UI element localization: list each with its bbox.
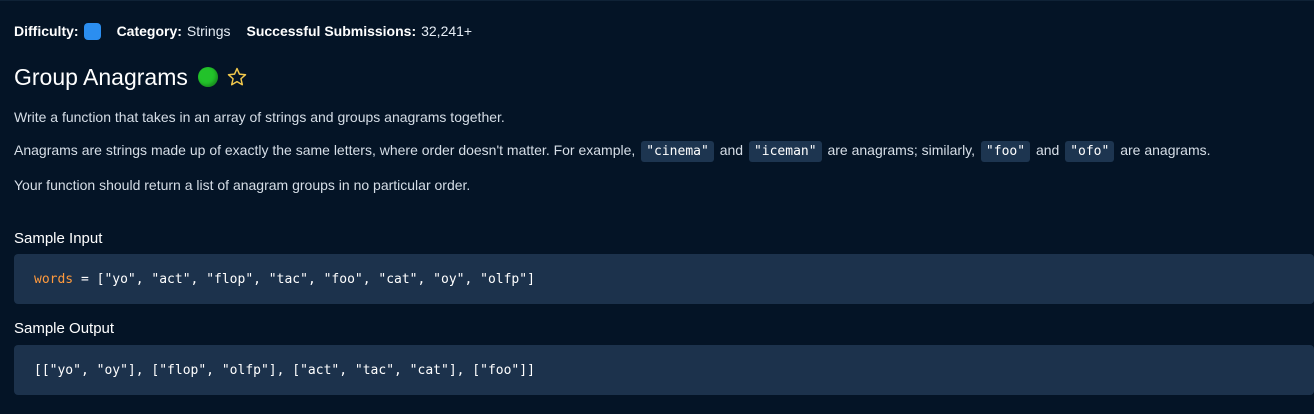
completed-dot-icon [197,67,218,87]
sample-input-code-block: words = ["yo", "act", "flop", "tac", "fo… [14,254,1314,304]
description-paragraph-3: Your function should return a list of an… [14,177,471,193]
difficulty-label: Difficulty: [14,23,79,39]
sample-output-code-block: [["yo", "oy"], ["flop", "olfp"], ["act",… [14,345,1314,395]
text-segment: Anagrams are strings made up of exactly … [14,142,636,158]
category-value: Strings [186,23,231,39]
text-segment: and [719,142,744,158]
code-variable-name: words [34,271,74,287]
category-label: Category: [116,23,182,39]
problem-page: Difficulty: Category: Strings Successful… [0,0,1314,414]
inline-code-cinema: "cinema" [641,141,714,162]
submissions-value: 32,241+ [421,23,473,39]
category-group: Category: Strings [117,23,231,39]
text-segment: are anagrams. [1120,142,1211,158]
inline-code-ofo: "ofo" [1065,141,1115,162]
inline-code-foo: "foo" [980,141,1031,162]
submissions-label: Successful Submissions: [246,23,417,39]
description-paragraph-1: Write a function that takes in an array … [14,109,505,125]
sample-input-title: Sample Input [14,230,103,247]
sample-output-title: Sample Output [14,320,115,337]
text-segment: and [1035,142,1060,158]
code-value: = ["yo", "act", "flop", "tac", "foo", "c… [73,271,535,287]
code-value: [["yo", "oy"], ["flop", "olfp"], ["act",… [34,362,535,378]
page-title: Group Anagrams [14,63,188,90]
submissions-group: Successful Submissions: 32,241+ [247,23,473,39]
text-segment: are anagrams; similarly, [827,142,976,158]
difficulty-badge-icon [83,22,101,40]
title-row: Group Anagrams [14,61,248,93]
inline-code-iceman: "iceman" [748,141,822,162]
description-paragraph-2: Anagrams are strings made up of exactly … [14,141,1211,162]
star-outline-icon[interactable] [226,66,248,88]
difficulty-group: Difficulty: [14,22,101,40]
problem-meta-bar: Difficulty: Category: Strings Successful… [14,21,488,41]
